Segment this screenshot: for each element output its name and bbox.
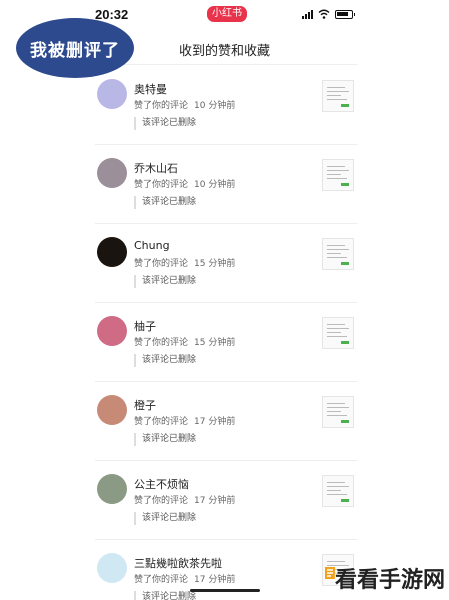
avatar[interactable]: [97, 79, 127, 109]
user-name[interactable]: 橙子: [134, 397, 156, 413]
user-name[interactable]: 公主不烦恼: [134, 476, 189, 492]
list-item[interactable]: 奥特曼赞了你的评论 10 分钟前该评论已删除: [95, 66, 357, 145]
post-thumbnail[interactable]: [322, 80, 354, 112]
post-thumbnail[interactable]: [322, 238, 354, 270]
user-name[interactable]: Chung: [134, 239, 170, 252]
list-item[interactable]: 柚子赞了你的评论 15 分钟前该评论已删除: [95, 303, 357, 382]
list-item[interactable]: Chung 赞了你的评论 15 分钟前该评论已删除: [95, 224, 357, 303]
status-icons: [302, 9, 355, 19]
deleted-comment-note: 该评论已删除: [134, 433, 196, 446]
notification-list: 奥特曼 赞了你的评论 10 分钟前 该评论已删除 乔木山石 赞了你的评论 10 分钟前 该评论…: [95, 66, 357, 600]
deleted-comment-note: 该评论已删除: [134, 196, 196, 209]
action-text: 赞了你的评论: [134, 417, 189, 427]
user-name[interactable]: 三點幾啦飲茶先啦: [134, 555, 222, 571]
post-thumbnail[interactable]: [322, 317, 354, 349]
action-text: 赞了你的评论: [134, 259, 189, 269]
avatar[interactable]: [97, 553, 127, 583]
screen: 20:32 小红书 收到的赞和收藏 我被删评了 奥特曼 赞了你的评论 10 分钟前该…: [0, 0, 449, 600]
list-item[interactable]: 橙子赞了你的评论 17 分钟前该评论已删除: [95, 382, 357, 461]
avatar[interactable]: [97, 237, 127, 267]
avatar[interactable]: [97, 316, 127, 346]
status-time: 20:32: [95, 7, 129, 22]
avatar[interactable]: [97, 474, 127, 504]
action-text: 赞了你的评论: [134, 101, 189, 111]
timestamp: 15 分钟前: [194, 338, 236, 348]
timestamp: 10 分钟前: [194, 101, 236, 111]
action-line: 赞了你的评论 15 分钟前: [134, 256, 235, 269]
action-line: 赞了你的评论 17 分钟前: [134, 572, 235, 585]
action-text: 赞了你的评论: [134, 496, 189, 506]
wifi-icon: [318, 9, 330, 19]
avatar[interactable]: [97, 395, 127, 425]
post-thumbnail[interactable]: [322, 475, 354, 507]
avatar[interactable]: [97, 158, 127, 188]
timestamp: 15 分钟前: [194, 259, 236, 269]
timestamp: 17 分钟前: [194, 417, 236, 427]
timestamp: 17 分钟前: [194, 496, 236, 506]
deleted-comment-note: 该评论已删除: [134, 117, 196, 130]
signal-icon: [302, 9, 313, 19]
action-text: 赞了你的评论: [134, 338, 189, 348]
action-line: 赞了你的评论 15 分钟前: [134, 335, 235, 348]
watermark-text: 看看手游网: [334, 568, 445, 593]
post-thumbnail[interactable]: [322, 396, 354, 428]
list-item[interactable]: 乔木山石赞了你的评论 10 分钟前该评论已删除: [95, 145, 357, 224]
action-text: 赞了你的评论: [134, 575, 189, 585]
list-item[interactable]: 公主不烦恼赞了你的评论 17 分钟前该评论已删除: [95, 461, 357, 540]
action-line: 赞了你的评论 10 分钟前: [134, 177, 235, 190]
deleted-comment-note: 该评论已删除: [134, 512, 196, 525]
status-bar: 20:32 小红书: [95, 6, 357, 24]
deleted-comment-note: 该评论已删除: [134, 354, 196, 367]
timestamp: 17 分钟前: [194, 575, 236, 585]
header-divider: [95, 64, 357, 65]
user-name[interactable]: 柚子: [134, 318, 156, 334]
app-badge: 小红书: [207, 6, 247, 22]
deleted-comment-note: 该评论已删除: [134, 275, 196, 288]
home-indicator[interactable]: [190, 589, 260, 592]
action-line: 赞了你的评论 17 分钟前: [134, 414, 235, 427]
timestamp: 10 分钟前: [194, 180, 236, 190]
action-line: 赞了你的评论 10 分钟前: [134, 98, 235, 111]
deleted-comment-note: 该评论已删除: [134, 591, 196, 600]
battery-icon: [335, 9, 355, 19]
user-name[interactable]: 奥特曼: [134, 81, 167, 97]
action-line: 赞了你的评论 17 分钟前: [134, 493, 235, 506]
post-thumbnail[interactable]: [322, 159, 354, 191]
action-text: 赞了你的评论: [134, 180, 189, 190]
user-name[interactable]: 乔木山石: [134, 160, 178, 176]
